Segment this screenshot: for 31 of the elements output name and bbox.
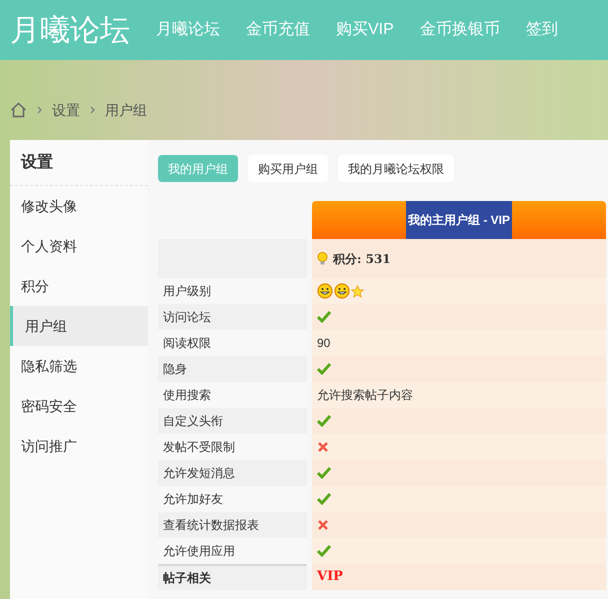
label-cell: 帖子相关 [158, 564, 307, 590]
label-cell: 访问论坛 [158, 304, 307, 330]
value-text: 90 [317, 335, 330, 352]
sidebar-item[interactable]: 访问推广 [10, 426, 148, 466]
smiley-icon [334, 283, 350, 299]
lightbulb-icon [317, 252, 328, 266]
sidebar-item[interactable]: 用户组 [10, 306, 148, 346]
tab[interactable]: 购买用户组 [248, 155, 328, 182]
sidebar-item[interactable]: 积分 [10, 266, 148, 306]
chevron-right-icon [90, 106, 95, 114]
sidebar-item[interactable]: 修改头像 [10, 186, 148, 226]
tab[interactable]: 我的月曦论坛权限 [338, 155, 454, 182]
breadcrumb-link[interactable]: 用户组 [105, 100, 147, 120]
sidebar-title: 设置 [10, 140, 148, 186]
chevron-right-icon [37, 106, 42, 114]
group-title: 我的主用户组 - VIP [406, 201, 512, 239]
home-icon[interactable] [10, 102, 27, 118]
vip-label: VIP [317, 568, 343, 586]
value-text: 允许搜索帖子内容 [317, 387, 413, 404]
label-cell: 自定义头衔 [158, 408, 307, 434]
label-cell: 允许发短消息 [158, 460, 307, 486]
smiley-icon [317, 283, 333, 299]
score-text: 积分: 531 [333, 250, 391, 268]
sidebar-item[interactable]: 隐私筛选 [10, 346, 148, 386]
sidebar-item[interactable]: 个人资料 [10, 226, 148, 266]
star-icon [351, 284, 364, 298]
label-cell: 隐身 [158, 356, 307, 382]
label-cell: 查看统计数据报表 [158, 512, 307, 538]
sidebar-item[interactable]: 密码安全 [10, 386, 148, 426]
site-logo: 月曦论坛 [10, 12, 130, 48]
breadcrumb-link[interactable]: 设置 [52, 100, 80, 120]
